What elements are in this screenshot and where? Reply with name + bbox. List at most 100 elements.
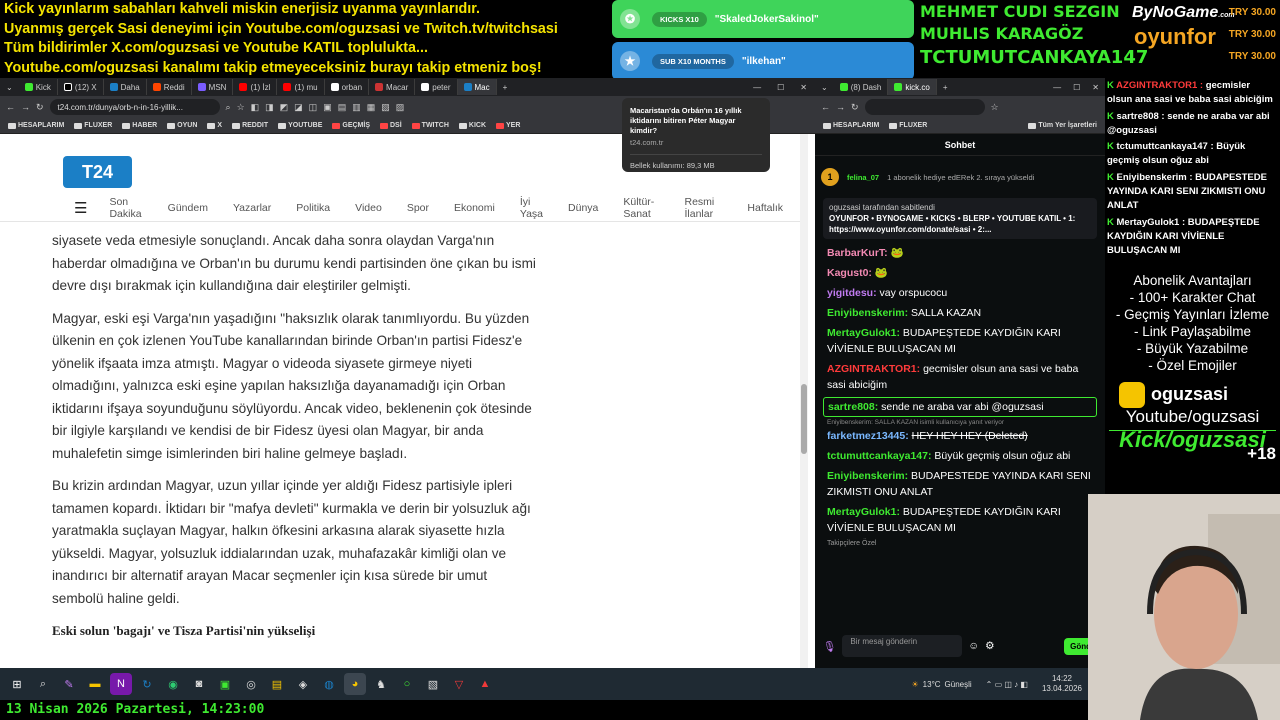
hamburger-icon[interactable]: ☰ [74,199,87,217]
new-tab-icon[interactable]: + [943,83,948,92]
tab[interactable]: (1) mu [277,79,325,95]
chrome-icon[interactable]: ◕ [344,673,366,695]
bookmark-folder[interactable]: HESAPLARIM [8,122,64,129]
system-tray-icons[interactable]: ⌃ ▭ ◫ ♪ ◧ [986,680,1028,689]
bookmark-folder[interactable]: OYUN [167,122,197,129]
bookmark-folder[interactable]: HESAPLARIM [823,122,879,129]
page-scrollbar[interactable] [800,134,808,668]
nav-item[interactable]: İyi Yaşa [520,196,543,220]
chat-username[interactable]: farketmez13445: [827,430,909,442]
tab[interactable]: (1) İzl [233,79,278,95]
settings-icon[interactable]: ⚙ [985,640,994,652]
tab-menu-icon[interactable]: ⌄ [815,83,834,92]
new-tab-icon[interactable]: + [503,83,508,92]
bookmark-folder[interactable]: FLUXER [889,122,927,129]
app-icon[interactable]: ✎ [58,673,80,695]
nav-item[interactable]: Politika [296,202,330,214]
folder-icon[interactable]: ▬ [84,673,106,695]
tab[interactable]: Macar [369,79,416,95]
back-icon[interactable]: ← [821,102,830,112]
tab[interactable]: Daha [104,79,147,95]
nav-item[interactable]: Kültür-Sanat [623,196,659,220]
bookmark-folder[interactable]: KICK [458,122,486,129]
clock[interactable]: 14:22 13.04.2026 [1042,674,1082,694]
url-field[interactable] [864,99,985,115]
gift-user[interactable]: felina_07 [847,173,879,182]
chat-username[interactable]: MertayGulok1: [827,327,900,339]
app-icon[interactable]: ◍ [318,673,340,695]
chat-username[interactable]: AZGINTRAKTOR1: [827,363,920,375]
back-icon[interactable]: ← [6,102,15,112]
mic-icon[interactable]: 🎙 [823,640,836,653]
emoji-icon[interactable]: ☺ [968,640,979,652]
nav-item[interactable]: Resmi İlanlar [684,196,722,220]
app-icon[interactable]: ▧ [422,673,444,695]
nav-item[interactable]: Dünya [568,202,598,214]
minimize-icon[interactable]: — [745,83,769,92]
url-field[interactable]: t24.com.tr/dunya/orb-n-in-16-yillik... [49,99,220,115]
nav-item[interactable]: Video [355,202,382,214]
edge-icon[interactable]: ◉ [162,673,184,695]
app-icon[interactable]: ◈ [292,673,314,695]
bookmark-star-icon[interactable]: ☆ [237,102,245,113]
app-icon[interactable]: ○ [396,673,418,695]
bookmark-folder[interactable]: HABER [122,122,157,129]
bookmark-folder[interactable]: DSİ [380,122,402,129]
chat-username[interactable]: Kagust0: [827,267,872,279]
camera-icon[interactable]: ◙ [188,673,210,695]
tab[interactable]: orban [325,79,370,95]
chat-input[interactable]: Bir mesaj gönderin [842,635,963,657]
nav-item[interactable]: Yazarlar [233,202,271,214]
close-icon[interactable]: ✕ [792,83,815,92]
forward-icon[interactable]: → [836,102,845,112]
bookmark-star-icon[interactable]: ☆ [991,102,999,113]
chat-username[interactable]: Eniyibenskerim: [827,307,908,319]
t24-logo[interactable]: T24 [63,156,132,188]
tab[interactable]: (8) Dash [834,79,889,95]
tab[interactable]: peter [415,79,458,95]
zoom-icon[interactable]: ⌕ [226,102,231,113]
nav-item[interactable]: Son Dakika [109,196,142,220]
maximize-icon[interactable]: ☐ [1067,83,1086,92]
start-icon[interactable]: ⊞ [6,673,28,695]
maximize-icon[interactable]: ☐ [769,83,792,92]
close-icon[interactable]: ✕ [1086,83,1105,92]
nav-item[interactable]: Ekonomi [454,202,495,214]
chat-username[interactable]: sartre808: [828,401,878,413]
bookmark-folder[interactable]: REDDIT [232,122,268,129]
app-icon[interactable]: ▣ [214,673,236,695]
bookmark-folder[interactable]: YER [496,122,520,129]
bookmark-folder[interactable]: GEÇMİŞ [332,122,370,129]
tab[interactable]: Reddi [147,79,192,95]
chat-username[interactable]: Eniyibenskerim: [827,470,908,482]
tab-menu-icon[interactable]: ⌄ [0,83,19,92]
nav-item[interactable]: Spor [407,202,429,214]
tab-active[interactable]: Mac [457,79,497,95]
pinned-text[interactable]: OYUNFOR • BYNOGAME • KICKS • BLERP • YOU… [829,213,1091,235]
app-icon[interactable]: ♞ [370,673,392,695]
notes-icon[interactable]: ▤ [266,673,288,695]
onenote-icon[interactable]: N [110,673,132,695]
nav-item[interactable]: Gündem [168,202,208,214]
extension-icons[interactable]: ◧◨◩◪◫▣▤▥▦▧▨ [251,102,411,113]
reload-icon[interactable]: ↻ [851,102,859,113]
nav-item[interactable]: Haftalık [747,202,783,214]
forward-icon[interactable]: → [21,102,30,112]
tab[interactable]: MSN [192,79,234,95]
chat-username[interactable]: BarbarKurT: [827,247,888,259]
chat-username[interactable]: yigitdesu: [827,287,877,299]
weather-widget[interactable]: ☀ 13°C Güneşli [912,680,972,689]
app-icon[interactable]: ◎ [240,673,262,695]
tab-active[interactable]: kick.co [888,79,937,95]
bookmark-folder[interactable]: FLUXER [74,122,112,129]
minimize-icon[interactable]: — [1047,83,1067,92]
vivaldi-icon[interactable]: ▽ [448,673,470,695]
search-icon[interactable]: ⌕ [32,673,54,695]
reload-icon[interactable]: ↻ [36,102,44,113]
app-icon[interactable]: ↻ [136,673,158,695]
tab[interactable]: (12) X [58,79,104,95]
bookmark-folder[interactable]: TWITCH [411,122,449,129]
bookmark-folder[interactable]: YOUTUBE [278,122,322,129]
tab[interactable]: Kick [19,79,58,95]
bookmark-folder[interactable]: Tüm Yer İşaretleri [1028,122,1097,129]
